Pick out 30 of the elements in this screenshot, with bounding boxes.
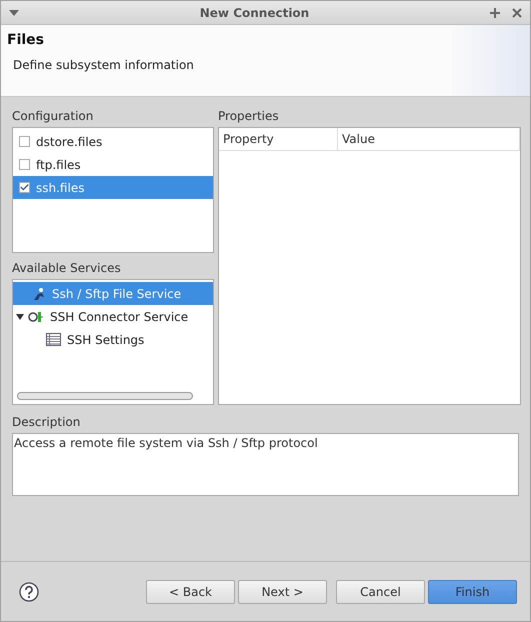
window-title: New Connection [198,6,310,20]
section-label: Properties [218,109,280,125]
description-text: Access a remote file system via Ssh / Sftp protocol [14,436,318,450]
checkbox[interactable] [19,159,30,170]
column-header[interactable]: Value [338,128,520,150]
table-icon [46,333,61,346]
page-subtitle: Define subsystem information [12,58,195,72]
tree-item[interactable]: SSH Connector Service [13,305,213,328]
plug-icon [28,310,44,322]
list-item[interactable]: dstore.files [13,130,213,153]
dialog-button[interactable]: < Back [146,580,235,604]
dialog-button[interactable]: Cancel [336,580,425,604]
menu-triangle-icon[interactable] [9,10,19,16]
expanded-triangle-icon[interactable] [16,312,24,320]
dialog-button[interactable]: Next > [238,580,327,604]
person-icon [32,286,46,300]
list-item[interactable]: ftp.files [13,153,213,176]
column-header[interactable]: Property [219,128,338,150]
tree-item[interactable]: SSH Settings [13,328,213,351]
section-label: Configuration [12,109,94,125]
horizontal-scrollbar[interactable] [17,392,193,400]
checkbox[interactable] [19,136,30,147]
close-icon[interactable] [512,8,522,18]
checkbox[interactable] [19,182,30,193]
help-icon[interactable] [19,582,39,602]
section-label: Available Services [12,261,122,277]
page-title: Files [7,32,45,48]
maximize-icon[interactable] [490,8,500,18]
dialog-button[interactable]: Finish [428,580,517,604]
section-label: Description [12,415,82,431]
